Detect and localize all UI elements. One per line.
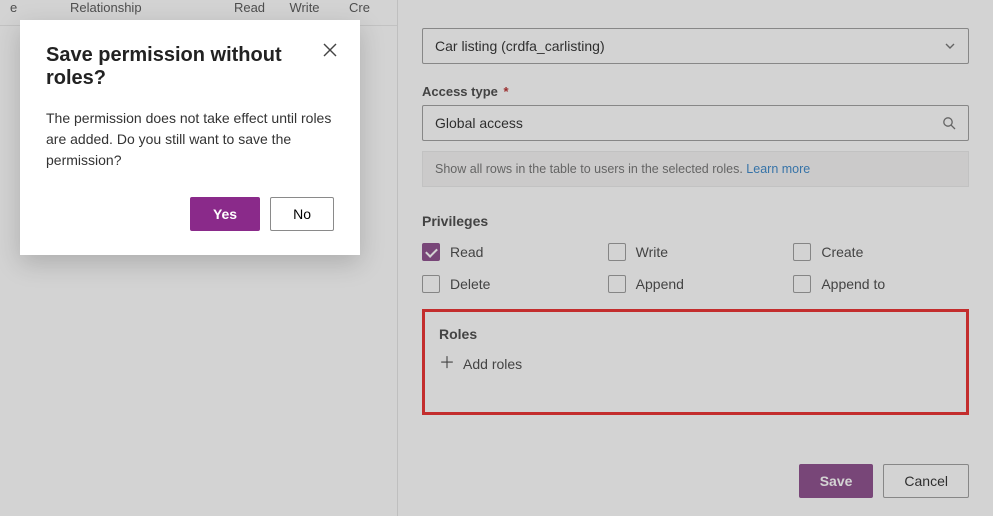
search-icon [942, 116, 956, 130]
save-button[interactable]: Save [799, 464, 874, 498]
close-button[interactable] [320, 42, 340, 62]
access-type-value: Global access [435, 115, 523, 131]
checkbox-icon [793, 243, 811, 261]
privilege-create[interactable]: Create [793, 243, 969, 261]
access-type-field[interactable]: Global access [422, 105, 969, 141]
dialog-actions: Yes No [46, 197, 334, 231]
permission-form-panel: Car listing (crdfa_carlisting) Access ty… [398, 0, 993, 516]
privilege-read[interactable]: Read [422, 243, 598, 261]
checkbox-icon [793, 275, 811, 293]
checkbox-icon [422, 275, 440, 293]
privilege-append[interactable]: Append [608, 275, 784, 293]
roles-section-highlighted: Roles ＋ Add roles [422, 309, 969, 415]
privilege-write[interactable]: Write [608, 243, 784, 261]
privileges-heading: Privileges [422, 213, 969, 229]
table-dropdown[interactable]: Car listing (crdfa_carlisting) [422, 28, 969, 64]
col-write: Write [277, 0, 332, 15]
chevron-down-icon [944, 40, 956, 52]
col-name: e [10, 0, 70, 15]
no-button[interactable]: No [270, 197, 334, 231]
checkbox-icon [608, 275, 626, 293]
dialog-body: The permission does not take effect unti… [46, 108, 334, 171]
cancel-button[interactable]: Cancel [883, 464, 969, 498]
privilege-delete[interactable]: Delete [422, 275, 598, 293]
close-icon [323, 43, 337, 62]
col-relationship: Relationship [70, 0, 222, 15]
col-create: Cre [332, 0, 387, 15]
privilege-append-to[interactable]: Append to [793, 275, 969, 293]
learn-more-link[interactable]: Learn more [746, 162, 810, 176]
table-dropdown-value: Car listing (crdfa_carlisting) [435, 38, 605, 54]
privileges-grid: Read Write Create Delete Append Append t… [422, 243, 969, 293]
col-read: Read [222, 0, 277, 15]
checkbox-icon [422, 243, 440, 261]
dialog-title: Save permission without roles? [46, 44, 334, 90]
add-roles-button[interactable]: ＋ Add roles [439, 356, 952, 372]
roles-heading: Roles [439, 326, 952, 342]
form-footer-actions: Save Cancel [422, 444, 969, 498]
access-type-label: Access type * [422, 84, 969, 99]
access-type-description: Show all rows in the table to users in t… [422, 151, 969, 187]
required-indicator: * [504, 84, 509, 99]
confirmation-dialog: Save permission without roles? The permi… [20, 20, 360, 255]
plus-icon: ＋ [439, 356, 455, 372]
yes-button[interactable]: Yes [190, 197, 260, 231]
checkbox-icon [608, 243, 626, 261]
